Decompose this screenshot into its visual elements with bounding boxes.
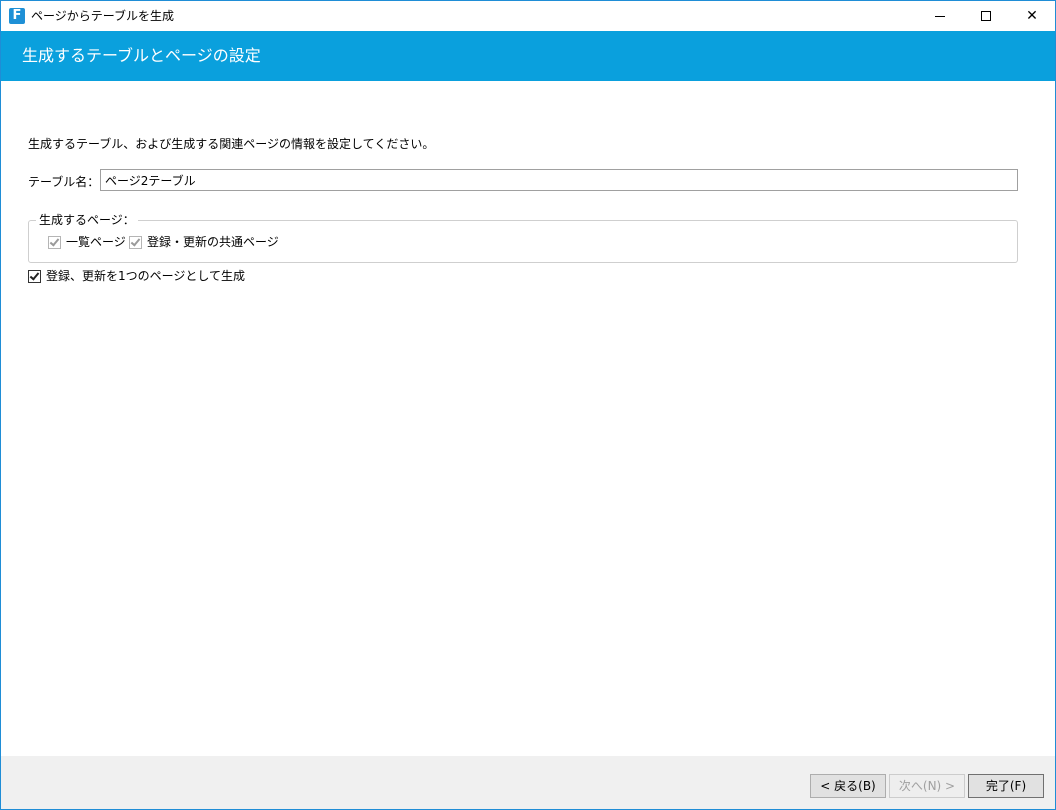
table-name-label: テーブル名： (28, 175, 100, 189)
list-page-checkbox-box (48, 235, 61, 249)
finish-button[interactable]: 完了(F) (968, 774, 1044, 798)
list-page-label: 一覧ページ (66, 235, 126, 249)
content-area: 生成するテーブル、および生成する関連ページの情報を設定してください。 テーブル名… (1, 81, 1055, 756)
table-name-input[interactable] (100, 169, 1018, 191)
checkmark-icon (49, 235, 60, 247)
minimize-icon (935, 15, 945, 17)
app-logo-icon: F (9, 8, 25, 24)
maximize-icon (981, 11, 991, 21)
wizard-window: F ページからテーブルを生成 ✕ 生成するテーブルとページの設定 生成するテーブ… (0, 0, 1056, 810)
single-page-label[interactable]: 登録、更新を1つのページとして生成 (46, 269, 245, 283)
title-bar: F ページからテーブルを生成 ✕ (1, 1, 1055, 31)
common-page-label: 登録・更新の共通ページ (147, 235, 279, 249)
checkmark-icon (29, 269, 40, 281)
single-page-checkbox[interactable]: 登録、更新を1つのページとして生成 (28, 269, 245, 283)
next-button: 次へ(N) > (889, 774, 965, 798)
common-page-checkbox-box (129, 235, 142, 249)
description-text: 生成するテーブル、および生成する関連ページの情報を設定してください。 (28, 137, 435, 151)
back-button[interactable]: < 戻る(B) (810, 774, 886, 798)
single-page-checkbox-box[interactable] (28, 269, 41, 283)
page-title: 生成するテーブルとページの設定 (22, 46, 261, 65)
list-page-checkbox: 一覧ページ (48, 235, 126, 249)
maximize-button[interactable] (963, 1, 1009, 31)
checkmark-icon (130, 235, 141, 247)
close-icon: ✕ (1026, 8, 1038, 24)
header-banner: 生成するテーブルとページの設定 (1, 31, 1055, 81)
button-bar: < 戻る(B) 次へ(N) > 完了(F) (1, 756, 1055, 809)
common-page-checkbox: 登録・更新の共通ページ (129, 235, 279, 249)
pages-group-label: 生成するページ： (36, 213, 138, 227)
window-title: ページからテーブルを生成 (31, 9, 175, 23)
close-button[interactable]: ✕ (1009, 1, 1055, 31)
minimize-button[interactable] (917, 1, 963, 31)
